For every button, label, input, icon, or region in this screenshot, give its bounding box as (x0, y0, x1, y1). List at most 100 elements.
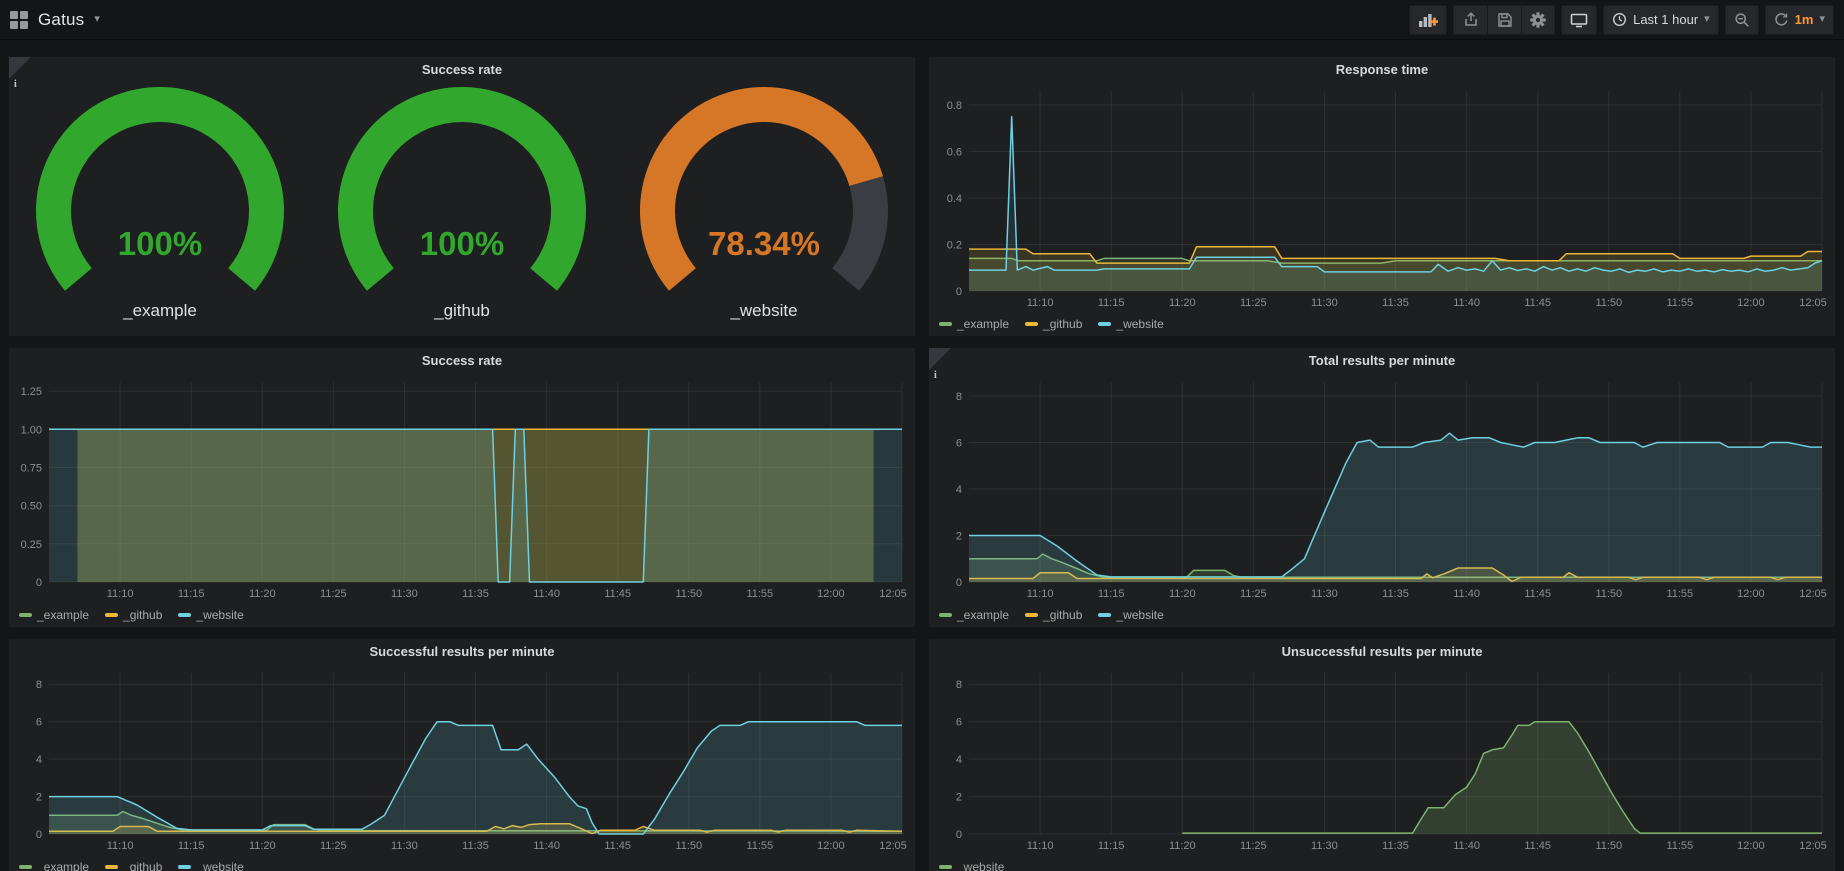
gauge-value: 100% (420, 225, 504, 262)
legend-item[interactable]: _website (1098, 317, 1163, 331)
panel-title[interactable]: Total results per minute (929, 348, 1835, 374)
panel-info-corner[interactable]: i (929, 348, 951, 370)
legend-item[interactable]: _example (19, 860, 89, 871)
caret-down-icon: ▾ (1819, 14, 1825, 25)
unsuccessful-results-chart[interactable]: 0246811:1011:1511:2011:2511:3011:3511:40… (929, 665, 1835, 855)
legend-item[interactable]: _github (1025, 608, 1082, 622)
svg-text:4: 4 (956, 484, 962, 496)
panel-unsuccessful-results: Unsuccessful results per minute 0246811:… (928, 638, 1836, 871)
svg-text:12:05: 12:05 (1799, 588, 1827, 600)
grid-square (10, 21, 18, 29)
svg-text:11:20: 11:20 (249, 588, 276, 600)
svg-text:0.25: 0.25 (21, 539, 42, 551)
dashboard-grid-icon[interactable] (10, 11, 28, 29)
share-button[interactable] (1453, 5, 1487, 35)
gear-icon (1530, 12, 1546, 28)
chart-canvas[interactable]: 0246811:1011:1511:2011:2511:3011:3511:40… (9, 665, 915, 855)
svg-text:11:10: 11:10 (107, 588, 134, 600)
legend-item[interactable]: _github (105, 608, 162, 622)
svg-text:11:35: 11:35 (462, 840, 489, 852)
svg-text:4: 4 (36, 754, 42, 766)
legend-color-swatch (178, 613, 191, 617)
chart-canvas[interactable]: 00.250.500.751.001.2511:1011:1511:2011:2… (9, 374, 915, 603)
legend-item[interactable]: _github (1025, 317, 1082, 331)
chart-canvas[interactable]: 0246811:1011:1511:2011:2511:3011:3511:40… (929, 665, 1835, 855)
dashboard-title[interactable]: Gatus (38, 10, 84, 30)
chart-legend: _example _github _website (9, 855, 915, 871)
svg-text:11:10: 11:10 (107, 840, 134, 852)
svg-text:11:25: 11:25 (1240, 297, 1267, 309)
legend-label: _website (1116, 608, 1163, 622)
legend-item[interactable]: _website (178, 860, 243, 871)
svg-text:11:30: 11:30 (1311, 297, 1338, 309)
svg-text:11:45: 11:45 (1524, 588, 1551, 600)
legend-item[interactable]: _example (939, 608, 1009, 622)
svg-text:0.4: 0.4 (947, 193, 962, 205)
svg-text:12:05: 12:05 (879, 588, 907, 600)
svg-text:2: 2 (956, 792, 962, 804)
legend-item[interactable]: _website (178, 608, 243, 622)
response-time-chart[interactable]: 00.20.40.60.811:1011:1511:2011:2511:3011… (929, 83, 1835, 312)
svg-text:11:35: 11:35 (1382, 297, 1409, 309)
gauge-value: 100% (118, 225, 202, 262)
svg-text:12:05: 12:05 (879, 840, 907, 852)
legend-label: _example (957, 608, 1009, 622)
svg-text:11:30: 11:30 (1311, 840, 1338, 852)
add-panel-button[interactable] (1409, 5, 1447, 35)
chart-canvas[interactable]: 0246811:1011:1511:2011:2511:3011:3511:40… (929, 374, 1835, 603)
legend-label: _website (196, 860, 243, 871)
legend-item[interactable]: _example (939, 317, 1009, 331)
legend-item[interactable]: _example (19, 608, 89, 622)
legend-color-swatch (1098, 322, 1111, 326)
refresh-picker[interactable]: 1m ▾ (1765, 5, 1834, 35)
svg-text:11:45: 11:45 (604, 588, 631, 600)
svg-text:12:00: 12:00 (817, 588, 845, 600)
svg-text:11:30: 11:30 (391, 840, 418, 852)
zoom-out-icon (1734, 12, 1750, 28)
legend-color-swatch (1025, 613, 1038, 617)
tv-icon (1570, 12, 1588, 28)
legend-label: _example (37, 608, 89, 622)
chart-legend: _example _github _website (9, 603, 915, 627)
zoom-out-button[interactable] (1725, 5, 1759, 35)
success-rate-chart[interactable]: 00.250.500.751.001.2511:1011:1511:2011:2… (9, 374, 915, 603)
panel-successful-results: Successful results per minute 0246811:10… (8, 638, 916, 871)
gauge-github: 100%_github (311, 83, 613, 336)
caret-down-icon: ▾ (1704, 14, 1710, 25)
save-button[interactable] (1487, 5, 1521, 35)
svg-text:11:50: 11:50 (1595, 840, 1622, 852)
panel-title[interactable]: Success rate (9, 348, 915, 374)
panel-title[interactable]: Unsuccessful results per minute (929, 639, 1835, 665)
clock-icon (1612, 12, 1627, 27)
svg-text:2: 2 (36, 792, 42, 804)
svg-text:11:35: 11:35 (1382, 588, 1409, 600)
settings-button[interactable] (1521, 5, 1555, 35)
svg-text:12:05: 12:05 (1799, 297, 1827, 309)
legend-item[interactable]: _website (1098, 608, 1163, 622)
svg-text:11:40: 11:40 (533, 588, 560, 600)
svg-text:11:15: 11:15 (1098, 840, 1125, 852)
panel-title[interactable]: Response time (929, 57, 1835, 83)
chart-canvas[interactable]: 00.20.40.60.811:1011:1511:2011:2511:3011… (929, 83, 1835, 312)
legend-item[interactable]: _github (105, 860, 162, 871)
svg-text:0: 0 (956, 286, 962, 298)
tv-mode-button[interactable] (1561, 5, 1597, 35)
panel-info-corner[interactable]: i (9, 57, 31, 79)
caret-down-icon[interactable]: ▾ (94, 14, 100, 25)
time-range-picker[interactable]: Last 1 hour ▾ (1603, 5, 1719, 35)
total-results-chart[interactable]: 0246811:1011:1511:2011:2511:3011:3511:40… (929, 374, 1835, 603)
grid-square (10, 11, 18, 19)
svg-text:0: 0 (956, 829, 962, 841)
successful-results-chart[interactable]: 0246811:1011:1511:2011:2511:3011:3511:40… (9, 665, 915, 855)
panel-title[interactable]: Success rate (9, 57, 915, 83)
legend-item[interactable]: _website (939, 860, 1004, 871)
panel-title[interactable]: Successful results per minute (9, 639, 915, 665)
chart-legend: _example _github _website (929, 603, 1835, 627)
info-icon: i (14, 79, 17, 90)
legend-label: _github (1043, 608, 1082, 622)
svg-text:11:55: 11:55 (1666, 297, 1693, 309)
svg-text:0: 0 (36, 577, 42, 589)
svg-text:11:10: 11:10 (1027, 297, 1054, 309)
gauge-website: 78.34%_website (613, 83, 915, 336)
panel-response-time: Response time 00.20.40.60.811:1011:1511:… (928, 56, 1836, 337)
